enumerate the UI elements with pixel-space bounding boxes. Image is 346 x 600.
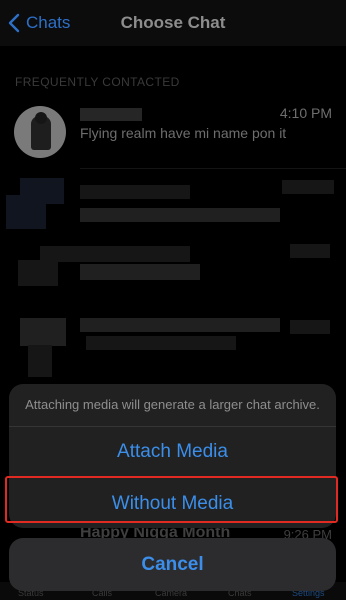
redacted-avatar [20, 318, 66, 346]
redacted-preview [80, 208, 280, 222]
redacted-name [80, 185, 190, 199]
redacted-name [80, 318, 280, 332]
avatar-head [35, 112, 47, 124]
redacted-preview [86, 336, 236, 350]
avatar [14, 106, 66, 158]
redacted-avatar [18, 260, 58, 286]
row-divider [80, 168, 346, 169]
chat-row[interactable]: 4:10 PM Flying realm have mi name pon it [0, 98, 346, 164]
redacted-time [290, 244, 330, 258]
redacted-preview [80, 264, 200, 280]
highlight-box [5, 476, 338, 523]
action-sheet-message: Attaching media will generate a larger c… [9, 384, 336, 427]
chat-time: 4:10 PM [279, 105, 332, 121]
redacted-time [290, 320, 330, 334]
page-title: Choose Chat [120, 13, 226, 32]
redacted-avatar [6, 195, 46, 229]
chat-preview: Flying realm have mi name pon it [80, 125, 287, 141]
navigation-bar: Chats Choose Chat [0, 0, 346, 46]
section-header: FREQUENTLY CONTACTED [15, 75, 180, 89]
redacted-avatar [28, 345, 52, 377]
attach-media-button[interactable]: Attach Media [9, 427, 336, 478]
cancel-button[interactable]: Cancel [9, 538, 336, 591]
redacted-time [282, 180, 334, 194]
chat-name-redacted [80, 108, 142, 121]
redacted-name [40, 246, 190, 262]
